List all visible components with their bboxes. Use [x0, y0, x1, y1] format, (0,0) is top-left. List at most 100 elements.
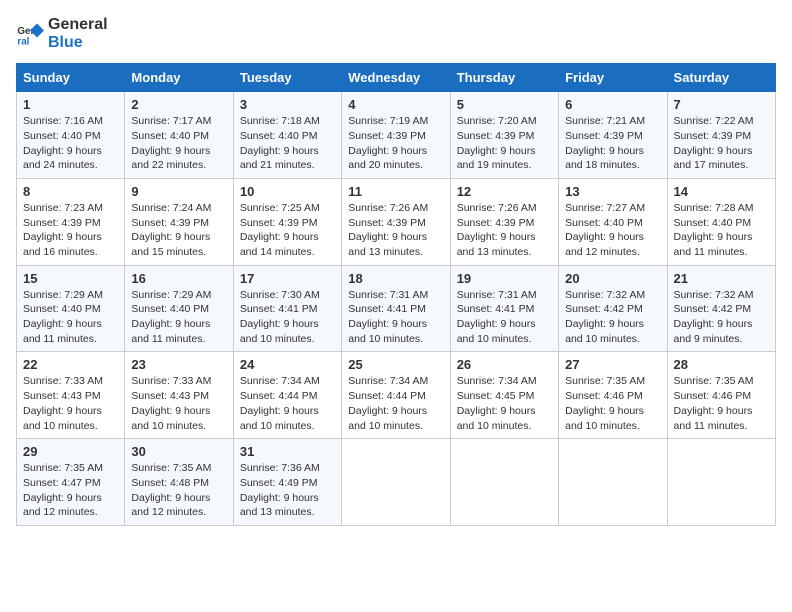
- day-info: Sunrise: 7:20 AMSunset: 4:39 PMDaylight:…: [457, 114, 552, 173]
- calendar-week-row: 22 Sunrise: 7:33 AMSunset: 4:43 PMDaylig…: [17, 352, 776, 439]
- logo-icon: Gene ral: [16, 20, 44, 48]
- day-number: 23: [131, 357, 226, 372]
- day-number: 9: [131, 184, 226, 199]
- calendar-cell: 24 Sunrise: 7:34 AMSunset: 4:44 PMDaylig…: [233, 352, 341, 439]
- day-info: Sunrise: 7:36 AMSunset: 4:49 PMDaylight:…: [240, 461, 335, 520]
- weekday-header-tuesday: Tuesday: [233, 64, 341, 92]
- calendar-week-row: 29 Sunrise: 7:35 AMSunset: 4:47 PMDaylig…: [17, 439, 776, 526]
- calendar-cell: 7 Sunrise: 7:22 AMSunset: 4:39 PMDayligh…: [667, 92, 775, 179]
- calendar-cell: 8 Sunrise: 7:23 AMSunset: 4:39 PMDayligh…: [17, 178, 125, 265]
- day-number: 26: [457, 357, 552, 372]
- calendar-week-row: 1 Sunrise: 7:16 AMSunset: 4:40 PMDayligh…: [17, 92, 776, 179]
- calendar-cell: [342, 439, 450, 526]
- day-info: Sunrise: 7:35 AMSunset: 4:46 PMDaylight:…: [565, 374, 660, 433]
- day-info: Sunrise: 7:28 AMSunset: 4:40 PMDaylight:…: [674, 201, 769, 260]
- day-number: 14: [674, 184, 769, 199]
- calendar-cell: 11 Sunrise: 7:26 AMSunset: 4:39 PMDaylig…: [342, 178, 450, 265]
- calendar-cell: 31 Sunrise: 7:36 AMSunset: 4:49 PMDaylig…: [233, 439, 341, 526]
- day-info: Sunrise: 7:29 AMSunset: 4:40 PMDaylight:…: [23, 288, 118, 347]
- weekday-header-wednesday: Wednesday: [342, 64, 450, 92]
- day-info: Sunrise: 7:25 AMSunset: 4:39 PMDaylight:…: [240, 201, 335, 260]
- day-info: Sunrise: 7:33 AMSunset: 4:43 PMDaylight:…: [131, 374, 226, 433]
- calendar-cell: [450, 439, 558, 526]
- day-number: 25: [348, 357, 443, 372]
- day-number: 7: [674, 97, 769, 112]
- day-info: Sunrise: 7:27 AMSunset: 4:40 PMDaylight:…: [565, 201, 660, 260]
- day-number: 15: [23, 271, 118, 286]
- day-number: 17: [240, 271, 335, 286]
- day-info: Sunrise: 7:31 AMSunset: 4:41 PMDaylight:…: [348, 288, 443, 347]
- calendar-cell: 10 Sunrise: 7:25 AMSunset: 4:39 PMDaylig…: [233, 178, 341, 265]
- day-number: 29: [23, 444, 118, 459]
- day-number: 6: [565, 97, 660, 112]
- day-info: Sunrise: 7:26 AMSunset: 4:39 PMDaylight:…: [348, 201, 443, 260]
- day-info: Sunrise: 7:32 AMSunset: 4:42 PMDaylight:…: [674, 288, 769, 347]
- day-info: Sunrise: 7:34 AMSunset: 4:44 PMDaylight:…: [348, 374, 443, 433]
- day-number: 21: [674, 271, 769, 286]
- calendar-cell: 22 Sunrise: 7:33 AMSunset: 4:43 PMDaylig…: [17, 352, 125, 439]
- day-number: 12: [457, 184, 552, 199]
- day-number: 2: [131, 97, 226, 112]
- day-number: 30: [131, 444, 226, 459]
- calendar-cell: 27 Sunrise: 7:35 AMSunset: 4:46 PMDaylig…: [559, 352, 667, 439]
- day-number: 13: [565, 184, 660, 199]
- calendar-cell: 18 Sunrise: 7:31 AMSunset: 4:41 PMDaylig…: [342, 265, 450, 352]
- day-info: Sunrise: 7:26 AMSunset: 4:39 PMDaylight:…: [457, 201, 552, 260]
- calendar-cell: 6 Sunrise: 7:21 AMSunset: 4:39 PMDayligh…: [559, 92, 667, 179]
- day-info: Sunrise: 7:23 AMSunset: 4:39 PMDaylight:…: [23, 201, 118, 260]
- calendar-cell: 19 Sunrise: 7:31 AMSunset: 4:41 PMDaylig…: [450, 265, 558, 352]
- weekday-header-row: SundayMondayTuesdayWednesdayThursdayFrid…: [17, 64, 776, 92]
- calendar-cell: 29 Sunrise: 7:35 AMSunset: 4:47 PMDaylig…: [17, 439, 125, 526]
- calendar-cell: 23 Sunrise: 7:33 AMSunset: 4:43 PMDaylig…: [125, 352, 233, 439]
- day-number: 8: [23, 184, 118, 199]
- day-info: Sunrise: 7:22 AMSunset: 4:39 PMDaylight:…: [674, 114, 769, 173]
- svg-text:ral: ral: [17, 36, 29, 47]
- day-number: 5: [457, 97, 552, 112]
- day-info: Sunrise: 7:17 AMSunset: 4:40 PMDaylight:…: [131, 114, 226, 173]
- day-info: Sunrise: 7:34 AMSunset: 4:45 PMDaylight:…: [457, 374, 552, 433]
- calendar-cell: 26 Sunrise: 7:34 AMSunset: 4:45 PMDaylig…: [450, 352, 558, 439]
- logo: Gene ral General Blue: [16, 16, 108, 51]
- calendar-week-row: 15 Sunrise: 7:29 AMSunset: 4:40 PMDaylig…: [17, 265, 776, 352]
- weekday-header-thursday: Thursday: [450, 64, 558, 92]
- day-number: 18: [348, 271, 443, 286]
- calendar-cell: 9 Sunrise: 7:24 AMSunset: 4:39 PMDayligh…: [125, 178, 233, 265]
- day-number: 3: [240, 97, 335, 112]
- day-number: 19: [457, 271, 552, 286]
- day-info: Sunrise: 7:35 AMSunset: 4:47 PMDaylight:…: [23, 461, 118, 520]
- day-info: Sunrise: 7:16 AMSunset: 4:40 PMDaylight:…: [23, 114, 118, 173]
- calendar-cell: 2 Sunrise: 7:17 AMSunset: 4:40 PMDayligh…: [125, 92, 233, 179]
- calendar-cell: 13 Sunrise: 7:27 AMSunset: 4:40 PMDaylig…: [559, 178, 667, 265]
- day-number: 28: [674, 357, 769, 372]
- calendar-week-row: 8 Sunrise: 7:23 AMSunset: 4:39 PMDayligh…: [17, 178, 776, 265]
- day-number: 22: [23, 357, 118, 372]
- calendar-cell: [559, 439, 667, 526]
- weekday-header-friday: Friday: [559, 64, 667, 92]
- calendar-cell: 28 Sunrise: 7:35 AMSunset: 4:46 PMDaylig…: [667, 352, 775, 439]
- day-number: 1: [23, 97, 118, 112]
- day-info: Sunrise: 7:19 AMSunset: 4:39 PMDaylight:…: [348, 114, 443, 173]
- day-number: 10: [240, 184, 335, 199]
- calendar-cell: 3 Sunrise: 7:18 AMSunset: 4:40 PMDayligh…: [233, 92, 341, 179]
- calendar-cell: 4 Sunrise: 7:19 AMSunset: 4:39 PMDayligh…: [342, 92, 450, 179]
- weekday-header-saturday: Saturday: [667, 64, 775, 92]
- calendar-table: SundayMondayTuesdayWednesdayThursdayFrid…: [16, 63, 776, 526]
- page-header: Gene ral General Blue: [16, 16, 776, 51]
- weekday-header-monday: Monday: [125, 64, 233, 92]
- day-info: Sunrise: 7:21 AMSunset: 4:39 PMDaylight:…: [565, 114, 660, 173]
- day-info: Sunrise: 7:31 AMSunset: 4:41 PMDaylight:…: [457, 288, 552, 347]
- day-number: 4: [348, 97, 443, 112]
- day-number: 20: [565, 271, 660, 286]
- day-number: 31: [240, 444, 335, 459]
- day-number: 16: [131, 271, 226, 286]
- calendar-cell: 12 Sunrise: 7:26 AMSunset: 4:39 PMDaylig…: [450, 178, 558, 265]
- day-info: Sunrise: 7:24 AMSunset: 4:39 PMDaylight:…: [131, 201, 226, 260]
- day-info: Sunrise: 7:18 AMSunset: 4:40 PMDaylight:…: [240, 114, 335, 173]
- day-info: Sunrise: 7:30 AMSunset: 4:41 PMDaylight:…: [240, 288, 335, 347]
- day-number: 24: [240, 357, 335, 372]
- day-info: Sunrise: 7:32 AMSunset: 4:42 PMDaylight:…: [565, 288, 660, 347]
- day-number: 11: [348, 184, 443, 199]
- calendar-cell: 16 Sunrise: 7:29 AMSunset: 4:40 PMDaylig…: [125, 265, 233, 352]
- calendar-cell: 25 Sunrise: 7:34 AMSunset: 4:44 PMDaylig…: [342, 352, 450, 439]
- calendar-cell: 21 Sunrise: 7:32 AMSunset: 4:42 PMDaylig…: [667, 265, 775, 352]
